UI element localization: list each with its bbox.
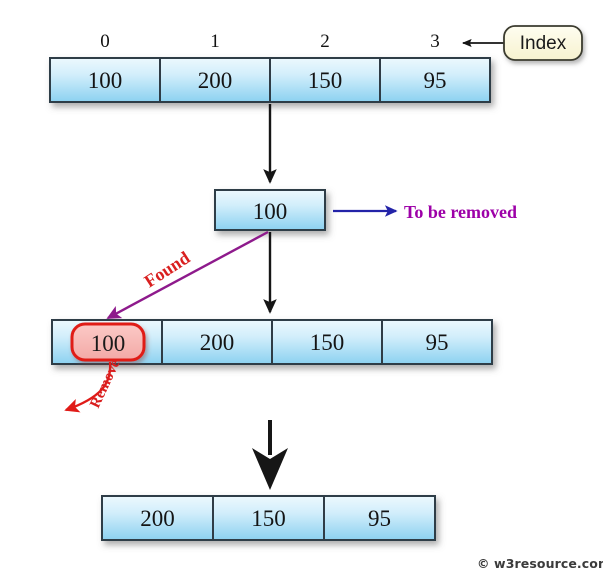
watermark: © w3resource.com <box>477 556 603 571</box>
to-be-removed-label: To be removed <box>404 202 518 222</box>
search-array-cell-1: 200 <box>199 330 235 355</box>
search-array-cell-0: 100 <box>90 331 126 356</box>
result-array-cell-1: 150 <box>251 506 286 531</box>
index-number-2: 2 <box>320 31 330 52</box>
target-box-value: 100 <box>252 199 288 224</box>
diagram-canvas: 0 1 2 3 Index 100 200 150 95 100 To be r… <box>0 0 603 581</box>
index-number-0: 0 <box>100 31 110 52</box>
result-array-cell-0: 200 <box>140 506 175 531</box>
arrow-found <box>106 230 269 320</box>
result-array-cell-2: 95 <box>368 506 391 531</box>
search-array-cell-2: 150 <box>309 330 345 355</box>
search-array-cell-3: 95 <box>425 330 449 355</box>
index-number-3: 3 <box>430 31 440 52</box>
index-number-1: 1 <box>210 31 220 52</box>
original-array-cell-1: 200 <box>197 68 233 93</box>
original-array-cell-0: 100 <box>87 68 123 93</box>
original-array-cell-2: 150 <box>307 68 343 93</box>
original-array-cell-3: 95 <box>423 68 447 93</box>
index-tag-label: Index <box>519 33 567 54</box>
